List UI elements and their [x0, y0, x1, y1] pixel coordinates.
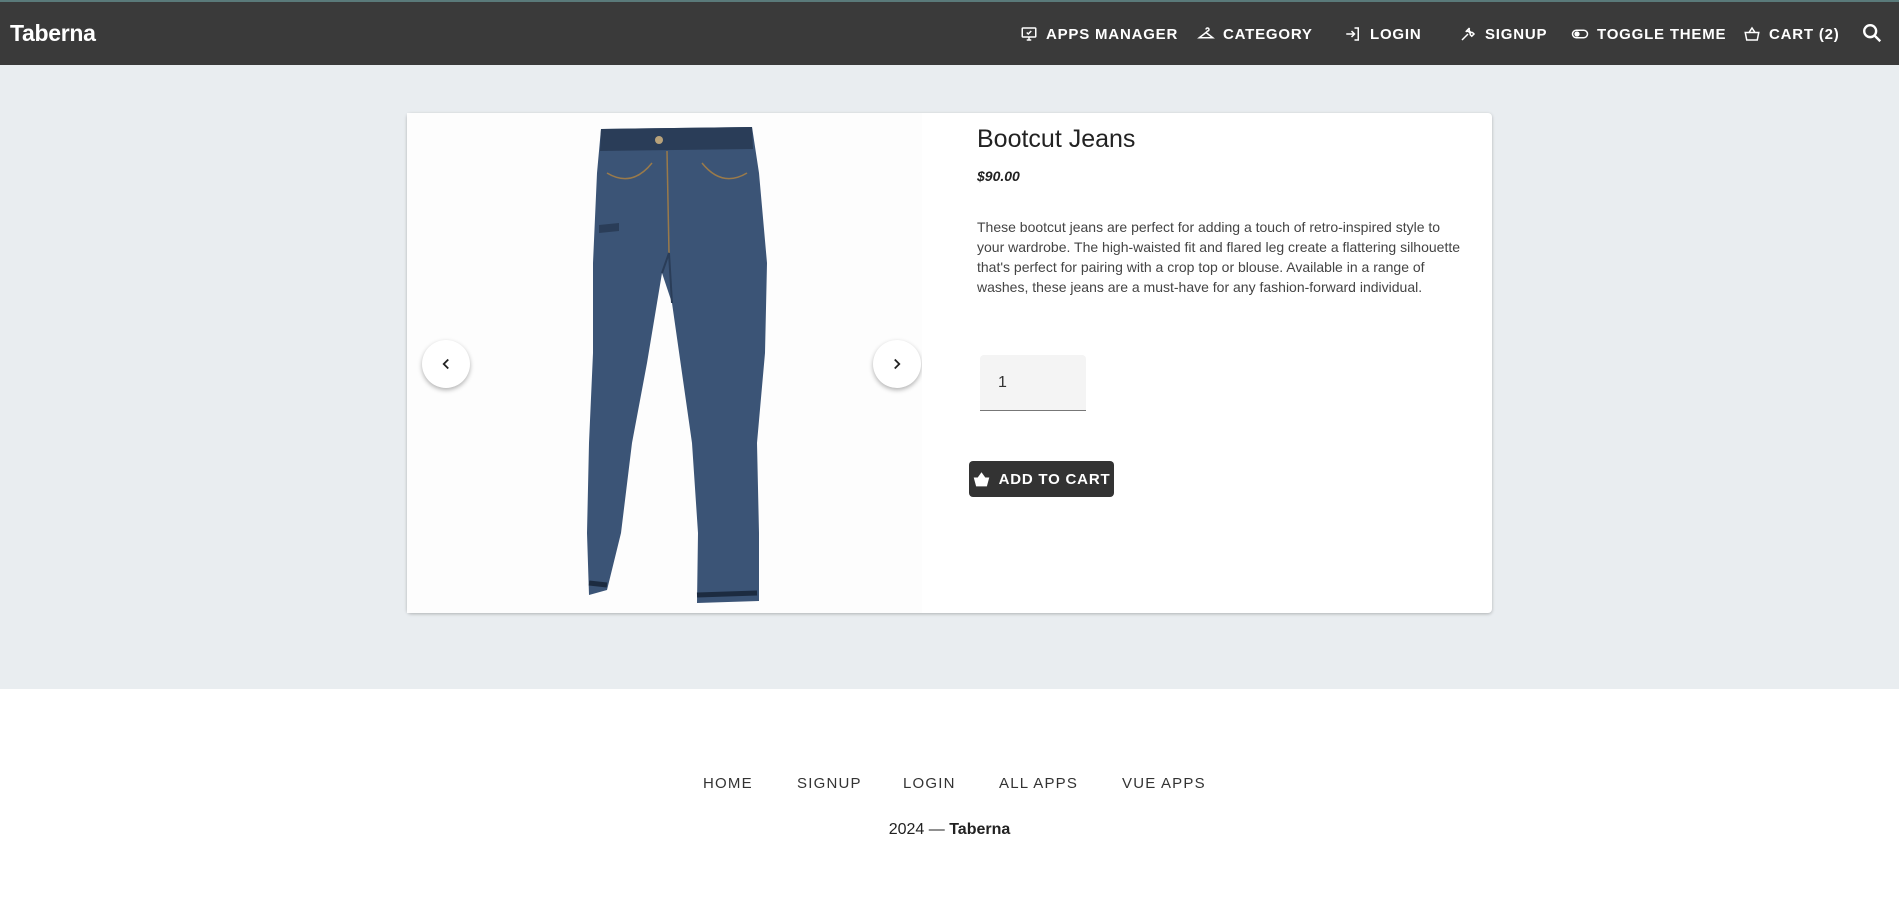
copyright-year: 2024 —	[888, 821, 945, 838]
nav-category[interactable]: CATEGORY	[1197, 21, 1313, 47]
hanger-icon	[1197, 27, 1215, 39]
nav-cart[interactable]: CART (2)	[1743, 21, 1840, 47]
product-card: Bootcut Jeans $90.00 These bootcut jeans…	[407, 113, 1492, 613]
nav-apps-manager[interactable]: APPS MANAGER	[1020, 21, 1178, 47]
nav-cart-label: CART (2)	[1769, 25, 1840, 43]
toggle-icon	[1571, 29, 1589, 39]
product-price: $90.00	[977, 168, 1020, 184]
footer: HOME SIGNUP LOGIN ALL APPS VUE APPS 2024…	[0, 689, 1899, 920]
copyright: 2024 — Taberna	[0, 821, 1899, 839]
footer-link-all-apps[interactable]: ALL APPS	[999, 775, 1078, 792]
basket-icon	[973, 471, 989, 486]
nav-category-label: CATEGORY	[1223, 25, 1313, 43]
nav-signup[interactable]: SIGNUP	[1459, 21, 1547, 47]
carousel-next-button[interactable]	[873, 340, 921, 388]
footer-link-vue-apps[interactable]: VUE APPS	[1122, 775, 1206, 792]
main-content: Bootcut Jeans $90.00 These bootcut jeans…	[0, 65, 1899, 689]
nav-signup-label: SIGNUP	[1485, 25, 1548, 43]
nav-toggle-theme-label: TOGGLE THEME	[1597, 25, 1727, 43]
chevron-left-icon	[442, 358, 449, 370]
footer-link-signup[interactable]: SIGNUP	[797, 775, 862, 792]
chevron-right-icon	[894, 358, 901, 370]
footer-link-home[interactable]: HOME	[703, 775, 753, 792]
search-icon	[1863, 24, 1882, 43]
basket-icon	[1744, 26, 1760, 41]
nav-apps-manager-label: APPS MANAGER	[1046, 25, 1179, 43]
product-title: Bootcut Jeans	[977, 125, 1136, 153]
nav-login-label: LOGIN	[1370, 25, 1422, 43]
product-image-carousel[interactable]	[407, 113, 922, 613]
footer-link-login[interactable]: LOGIN	[903, 775, 956, 792]
product-description: These bootcut jeans are perfect for addi…	[977, 219, 1461, 295]
top-app-bar: Taberna APPS MANAGER CATEGORY LOGIN SIGN…	[0, 0, 1899, 65]
nav-login[interactable]: LOGIN	[1344, 21, 1422, 47]
tools-icon	[1461, 27, 1476, 41]
add-to-cart-button[interactable]: ADD TO CART	[969, 461, 1114, 497]
carousel-prev-button[interactable]	[422, 340, 470, 388]
search-button[interactable]	[1861, 22, 1885, 46]
login-icon	[1346, 27, 1359, 41]
monitor-icon	[1021, 27, 1037, 41]
nav-toggle-theme[interactable]: TOGGLE THEME	[1571, 21, 1726, 47]
brand-logo[interactable]: Taberna	[10, 20, 96, 47]
product-image-jeans	[407, 113, 922, 613]
add-to-cart-label: ADD TO CART	[998, 470, 1111, 488]
quantity-field[interactable]	[980, 355, 1086, 411]
quantity-input[interactable]	[980, 355, 1086, 410]
copyright-brand: Taberna	[949, 821, 1011, 838]
